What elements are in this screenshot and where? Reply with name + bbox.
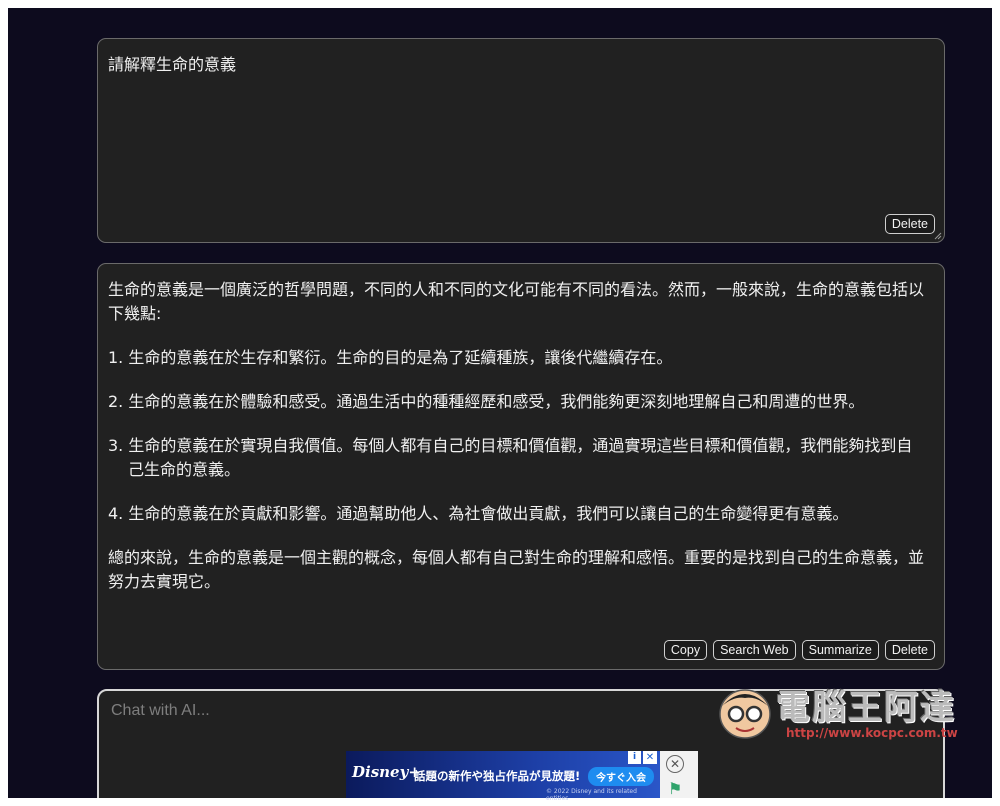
ad-flag-icon: ⚑	[668, 779, 683, 798]
watermark-text: 電腦王阿達	[776, 688, 956, 728]
resize-handle-icon[interactable]	[934, 232, 942, 240]
ad-x-icon[interactable]: ✕	[643, 751, 657, 764]
watermark: 電腦王阿達 http://www.kocpc.com.tw	[716, 678, 976, 748]
ai-response-list: 1. 生命的意義在於生存和繁衍。生命的目的是為了延續種族，讓後代繼續存在。 2.…	[108, 346, 928, 526]
user-delete-button[interactable]: Delete	[884, 214, 935, 234]
list-item: 1. 生命的意義在於生存和繁衍。生命的目的是為了延續種族，讓後代繼續存在。	[108, 348, 673, 367]
ad-info-icon[interactable]: i	[628, 751, 641, 764]
ad-headline: 話題の新作や独占作品が見放題!	[414, 769, 581, 783]
ad-cta-button[interactable]: 今すぐ入会	[588, 767, 654, 786]
user-message-box: 請解釋生命的意義 Delete	[97, 38, 945, 243]
ad-footnote: © 2022 Disney and its related entities	[546, 788, 637, 802]
ai-response-actions: Copy Search Web Summarize Delete	[663, 640, 935, 660]
ai-response-text: 生命的意義是一個廣泛的哲學問題，不同的人和不同的文化可能有不同的看法。然而，一般…	[108, 278, 928, 614]
user-message-text: 請解釋生命的意義	[108, 55, 237, 74]
ad-brand-logo: Disney+	[352, 763, 421, 781]
ad-close-icon[interactable]: ✕	[666, 755, 684, 773]
search-web-button[interactable]: Search Web	[713, 640, 796, 660]
ai-response-box: 生命的意義是一個廣泛的哲學問題，不同的人和不同的文化可能有不同的看法。然而，一般…	[97, 263, 945, 670]
ad-creative[interactable]: Disney+ 話題の新作や独占作品が見放題! 今すぐ入会 © 2022 Dis…	[346, 751, 660, 802]
mascot-icon	[719, 689, 771, 739]
list-item: 3. 生命的意義在於實現自我價值。每個人都有自己的目標和價值觀，通過實現這些目標…	[108, 436, 913, 479]
chat-input[interactable]	[109, 701, 713, 721]
list-item: 2. 生命的意義在於體驗和感受。通過生活中的種種經歷和感受，我們能夠更深刻地理解…	[108, 392, 865, 411]
user-message-actions: Delete	[884, 214, 935, 234]
ai-delete-button[interactable]: Delete	[884, 640, 935, 660]
watermark-url: http://www.kocpc.com.tw	[786, 726, 958, 740]
list-item: 4. 生命的意義在於貢獻和影響。通過幫助他人、為社會做出貢獻，我們可以讓自己的生…	[108, 504, 849, 523]
summarize-button[interactable]: Summarize	[801, 640, 879, 660]
ai-response-conclusion: 總的來說，生命的意義是一個主觀的概念，每個人都有自己對生命的理解和感悟。重要的是…	[108, 548, 925, 591]
ai-response-intro: 生命的意義是一個廣泛的哲學問題，不同的人和不同的文化可能有不同的看法。然而，一般…	[108, 280, 925, 323]
ad-banner[interactable]: Disney+ 話題の新作や独占作品が見放題! 今すぐ入会 © 2022 Dis…	[346, 751, 698, 802]
copy-button[interactable]: Copy	[663, 640, 708, 660]
